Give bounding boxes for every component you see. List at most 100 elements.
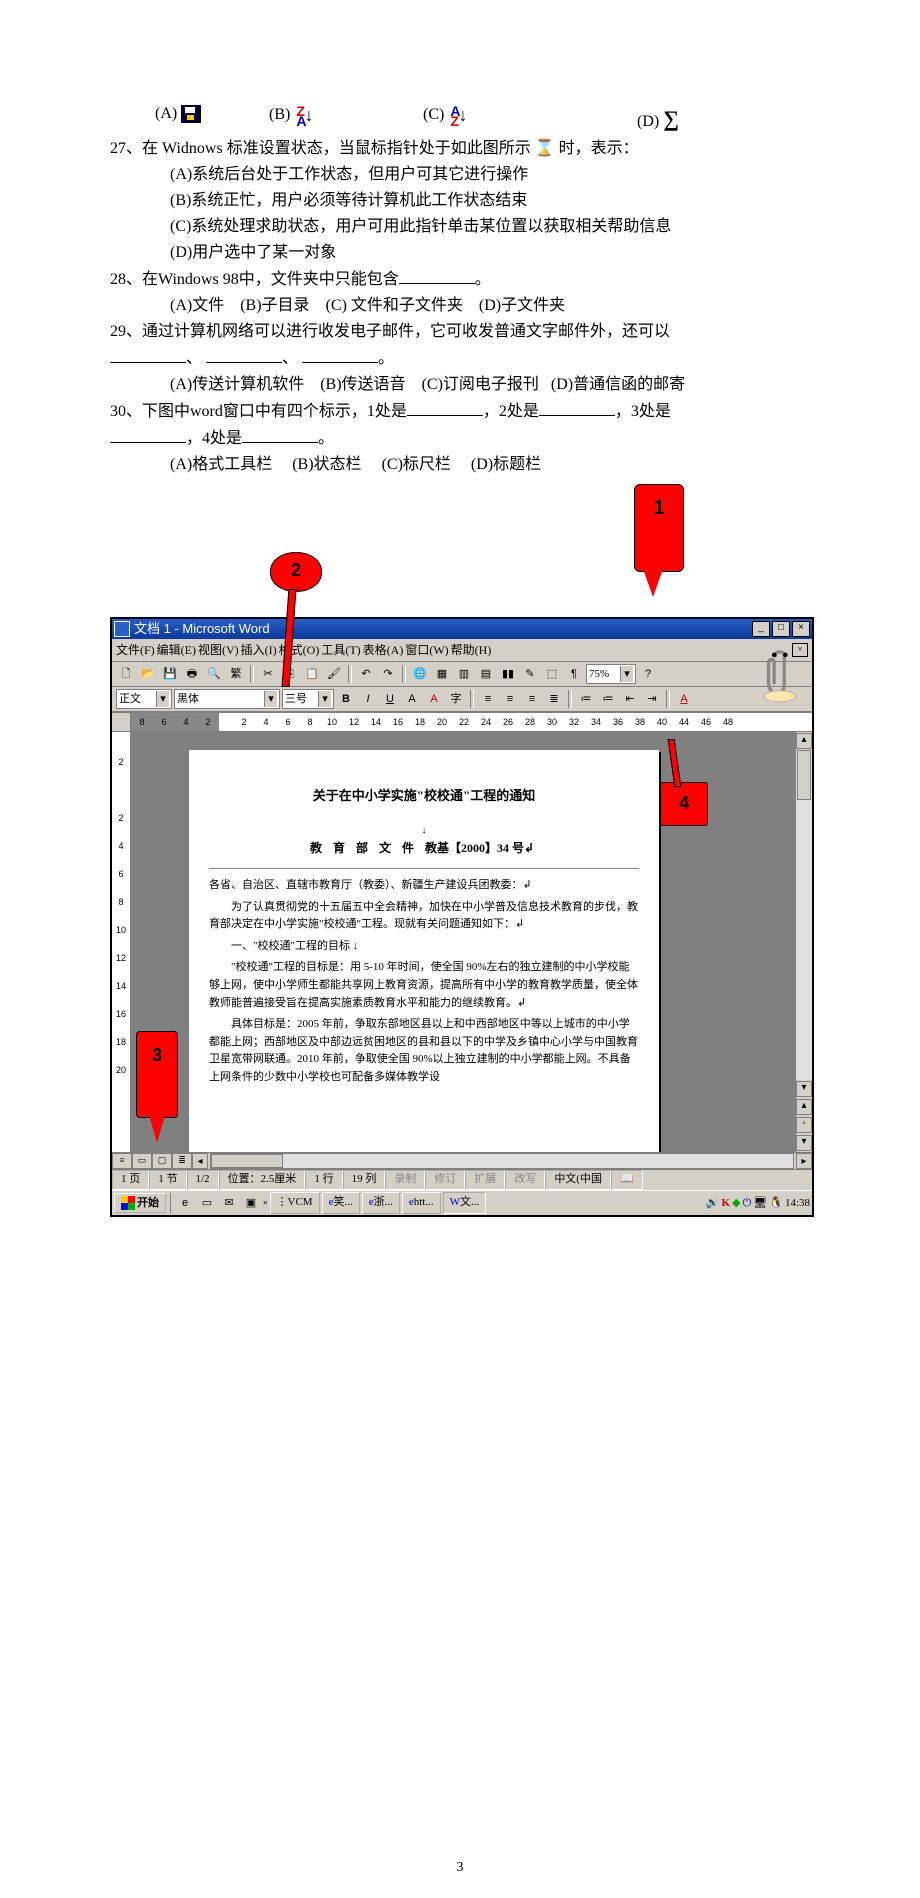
style-combo[interactable]: 正文▾	[116, 689, 172, 709]
q30-stem-1: 30、下图中word窗口中有四个标示，1处是，2处是，3处是	[110, 399, 810, 424]
status-position: 位置：2.5厘米	[219, 1170, 306, 1190]
increase-indent-icon[interactable]: ⇥	[642, 689, 662, 709]
title-bar[interactable]: 文档 1 - Microsoft Word _ □ ×	[112, 619, 812, 639]
trad-simp-icon[interactable]: 繁	[226, 664, 246, 684]
italic-icon[interactable]: I	[358, 689, 378, 709]
bold-icon[interactable]: B	[336, 689, 356, 709]
align-right-icon[interactable]: ≡	[522, 689, 542, 709]
browse-object-icon[interactable]: ◦	[796, 1117, 812, 1133]
next-page-icon[interactable]: ▾	[796, 1135, 812, 1151]
size-combo[interactable]: 三号▾	[282, 689, 334, 709]
tray-k-icon[interactable]: K	[722, 1195, 731, 1212]
columns-icon[interactable]: ▮▮	[498, 664, 518, 684]
task-item[interactable]: e浙...	[362, 1192, 400, 1214]
q29-opts: (A)传送计算机软件 (B)传送语音 (C)订阅电子报刊 (D)普通信函的邮寄	[110, 373, 810, 397]
maximize-button[interactable]: □	[772, 621, 790, 637]
undo-icon[interactable]: ↶	[356, 664, 376, 684]
task-item[interactable]: e笑...	[322, 1192, 360, 1214]
doc-map-icon[interactable]: ⬚	[542, 664, 562, 684]
menu-table[interactable]: 表格(A)	[363, 641, 404, 659]
h-scroll-thumb[interactable]	[211, 1154, 283, 1168]
task-item-active[interactable]: W文...	[443, 1192, 487, 1214]
numbered-list-icon[interactable]: ≔	[576, 689, 596, 709]
outline-view-icon[interactable]: ≣	[172, 1153, 192, 1169]
hyperlink-icon[interactable]: 🌐	[410, 664, 430, 684]
menu-edit[interactable]: 编辑(E)	[157, 641, 196, 659]
scroll-right-icon[interactable]: ▸	[796, 1153, 812, 1169]
scroll-thumb[interactable]	[797, 750, 811, 800]
tray-clock[interactable]: 14:38	[785, 1195, 810, 1212]
print-icon[interactable]: 🖶	[182, 664, 202, 684]
paper: 关于在中小学实施"校校通"工程的通知 ↓ 教 育 部 文 件 教基【2000】3…	[189, 750, 659, 1152]
drawing-icon[interactable]: ✎	[520, 664, 540, 684]
quick-oe-icon[interactable]: ✉	[219, 1193, 239, 1213]
sigma-icon: ∑	[663, 106, 679, 131]
scroll-up-icon[interactable]: ▴	[796, 733, 812, 749]
clippy-assistant-icon[interactable]	[758, 647, 806, 703]
web-view-icon[interactable]: ▭	[132, 1153, 152, 1169]
decrease-indent-icon[interactable]: ⇤	[620, 689, 640, 709]
status-book-icon[interactable]: 📖	[611, 1170, 643, 1190]
char-border-icon[interactable]: A	[402, 689, 422, 709]
task-item[interactable]: ⋮VCM	[270, 1192, 320, 1214]
normal-view-icon[interactable]: ≡	[112, 1153, 132, 1169]
menu-tools[interactable]: 工具(T)	[321, 641, 360, 659]
tray-penguin-icon[interactable]: 🐧	[769, 1195, 783, 1212]
font-combo[interactable]: 黑体▾	[174, 689, 280, 709]
align-center-icon[interactable]: ≡	[500, 689, 520, 709]
preview-icon[interactable]: 🔍	[204, 664, 224, 684]
underline-icon[interactable]: U	[380, 689, 400, 709]
status-trk: 修订	[425, 1170, 465, 1190]
close-button[interactable]: ×	[792, 621, 810, 637]
char-shading-icon[interactable]: A	[424, 689, 444, 709]
char-scale-icon[interactable]: 字	[446, 689, 466, 709]
cut-icon[interactable]: ✂	[258, 664, 278, 684]
task-item[interactable]: ehtt...	[402, 1192, 441, 1214]
format-painter-icon[interactable]: 🖌	[324, 664, 344, 684]
q30-opts: (A)格式工具栏 (B)状态栏 (C)标尺栏 (D)标题栏	[110, 453, 810, 477]
horizontal-ruler[interactable]: 8 6 4 2 2 4 6 8 10 12 14 16 18 20	[112, 712, 812, 732]
prev-page-icon[interactable]: ▴	[796, 1099, 812, 1115]
tray-speaker-icon[interactable]: 🔊	[706, 1195, 720, 1212]
vertical-scrollbar[interactable]: ▴ ▾ ▴ ◦ ▾	[795, 732, 812, 1152]
vertical-ruler[interactable]: 2 2 4 6 8 10 12 14 16 18 20	[112, 732, 131, 1152]
menu-view[interactable]: 视图(V)	[198, 641, 239, 659]
menu-insert[interactable]: 插入(I)	[241, 641, 277, 659]
opt-d: (D) ∑	[637, 102, 737, 135]
quick-ie-icon[interactable]: e	[175, 1193, 195, 1213]
help-icon[interactable]: ?	[638, 664, 658, 684]
tray-net-icon[interactable]: ◆	[732, 1195, 740, 1212]
redo-icon[interactable]: ↷	[378, 664, 398, 684]
insert-table-icon[interactable]: ▥	[454, 664, 474, 684]
blank	[407, 399, 483, 416]
zoom-combo[interactable]: 75%▾	[586, 664, 636, 684]
menu-window[interactable]: 窗口(W)	[405, 641, 448, 659]
bullet-list-icon[interactable]: ≔	[598, 689, 618, 709]
save-icon[interactable]: 💾	[160, 664, 180, 684]
excel-icon[interactable]: ▤	[476, 664, 496, 684]
tray-o-icon[interactable]: ⏻	[743, 1195, 752, 1212]
align-left-icon[interactable]: ≡	[478, 689, 498, 709]
scroll-left-icon[interactable]: ◂	[192, 1153, 208, 1169]
arrow-down-icon: ↓	[304, 105, 313, 125]
tray-monitor-icon[interactable]: 🖥	[753, 1195, 767, 1212]
quick-desktop-icon[interactable]: ▭	[197, 1193, 217, 1213]
paste-icon[interactable]: 📋	[302, 664, 322, 684]
scroll-track[interactable]	[796, 750, 812, 1080]
align-justify-icon[interactable]: ≣	[544, 689, 564, 709]
show-paragraph-icon[interactable]: ¶	[564, 664, 584, 684]
blank	[302, 346, 378, 363]
quick-app-icon[interactable]: ▣	[241, 1193, 261, 1213]
minimize-button[interactable]: _	[752, 621, 770, 637]
start-button[interactable]: 开始	[114, 1193, 166, 1214]
font-color-icon[interactable]: A	[674, 689, 694, 709]
h-scroll-track[interactable]	[210, 1153, 794, 1169]
open-icon[interactable]: 📂	[138, 664, 158, 684]
scroll-down-icon[interactable]: ▾	[796, 1081, 812, 1097]
menu-file[interactable]: 文件(F)	[116, 641, 155, 659]
new-icon[interactable]: 🗋	[116, 664, 136, 684]
menu-help[interactable]: 帮助(H)	[451, 641, 492, 659]
q27-stem: 27、在 Widnows 标准设置状态，当鼠标指针处于如此图所示 ⌛ 时，表示：	[110, 137, 810, 161]
tables-borders-icon[interactable]: ▦	[432, 664, 452, 684]
print-view-icon[interactable]: ▢	[152, 1153, 172, 1169]
